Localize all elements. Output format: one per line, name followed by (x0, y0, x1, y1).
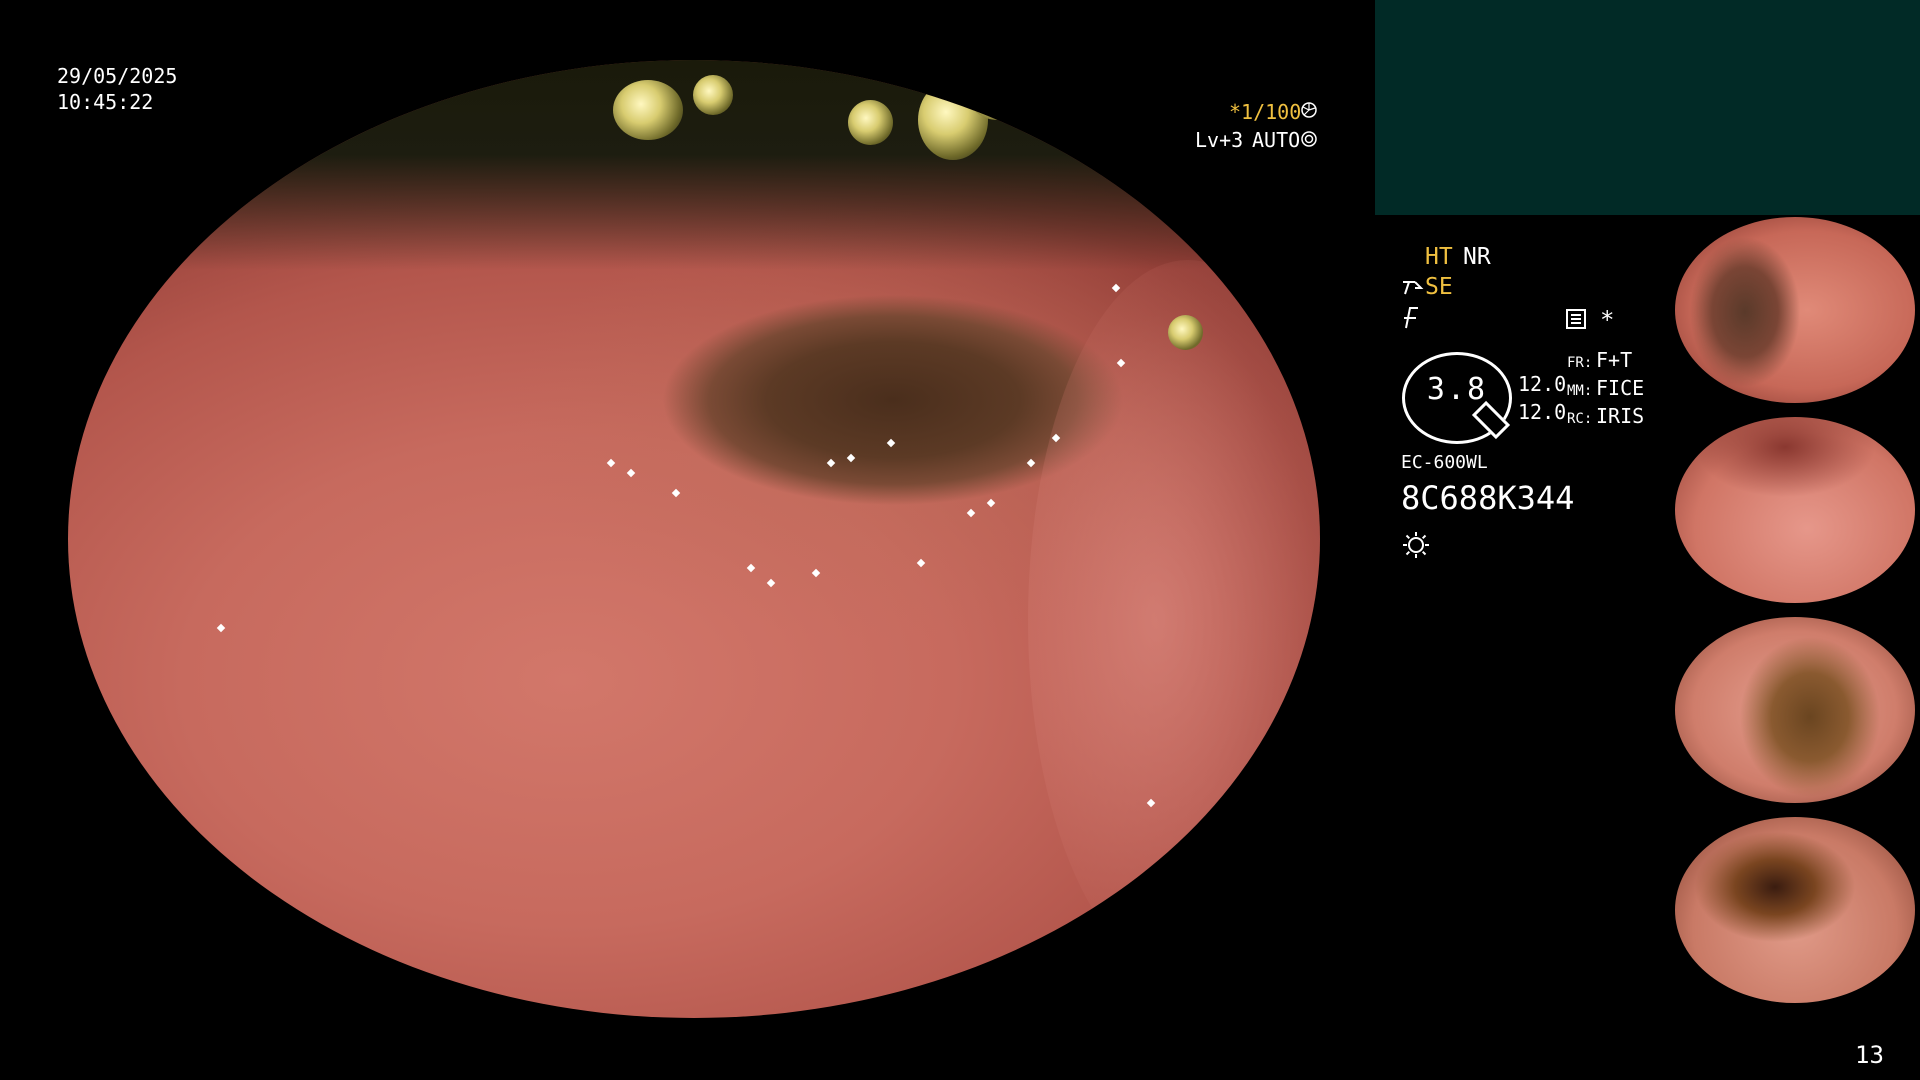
level-label: Lv+3 (1195, 128, 1244, 152)
ht-label: HT (1425, 244, 1453, 270)
endoscope-view (68, 60, 1320, 1018)
rc-key: RC: (1567, 411, 1593, 427)
thumbnail-3[interactable] (1672, 615, 1920, 805)
fr-value: F+T (1596, 348, 1633, 372)
magnification-value: 3.8 (1426, 372, 1488, 407)
scope-model: EC-600WL (1401, 452, 1488, 473)
scope-serial: 8C688K344 (1401, 479, 1575, 517)
auto-label: AUTO (1252, 128, 1301, 152)
rc-value: IRIS (1596, 404, 1645, 428)
value-2: 12.0 (1518, 400, 1567, 424)
light-icon (1402, 306, 1422, 330)
se-label: SE (1425, 274, 1453, 300)
fr-key: FR: (1567, 355, 1593, 371)
auto-icon (1301, 131, 1317, 147)
record-icon (1566, 309, 1586, 329)
thumbnail-2[interactable] (1672, 415, 1920, 605)
thumbnail-4[interactable] (1672, 815, 1920, 1005)
mm-key: MM: (1567, 383, 1593, 399)
asterisk-label: * (1600, 306, 1615, 334)
shutter-speed: *1/100 (1229, 100, 1302, 124)
sun-icon (1401, 530, 1431, 560)
thumbnail-1[interactable] (1672, 215, 1920, 405)
nr-label: NR (1463, 244, 1491, 270)
se-icon (1401, 278, 1425, 298)
mm-value: FICE (1596, 376, 1645, 400)
time-label: 10:45:22 (57, 90, 154, 114)
info-panel (1375, 0, 1920, 215)
date-label: 29/05/2025 (57, 64, 178, 88)
value-1: 12.0 (1518, 372, 1567, 396)
page-number: 13 (1855, 1041, 1884, 1069)
shutter-icon (1301, 102, 1317, 118)
